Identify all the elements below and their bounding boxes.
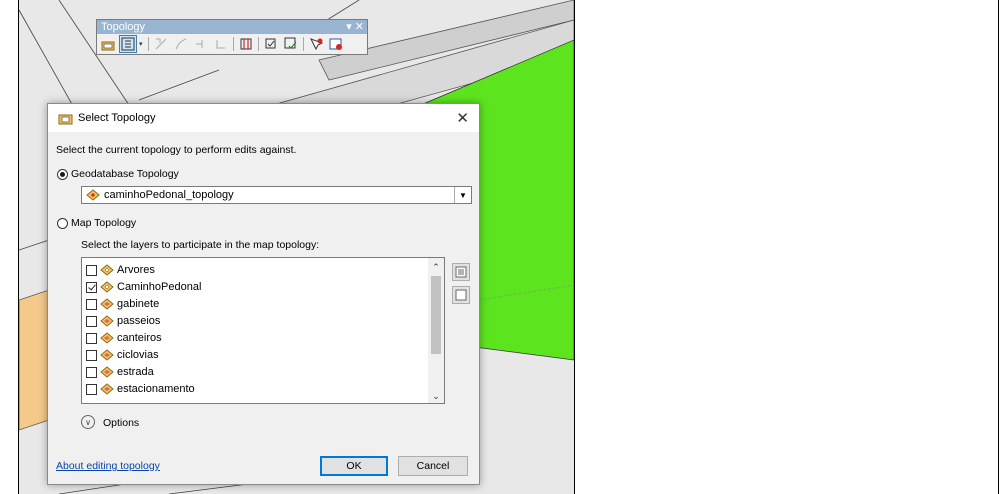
list-item[interactable]: gabinete	[86, 296, 159, 312]
cancel-button[interactable]: Cancel	[398, 456, 468, 476]
layer-name: ciclovias	[117, 349, 159, 361]
select-topology-dialog: Select Topology ✕ Select the current top…	[47, 103, 480, 485]
toolbar-buttons: ▾	[97, 34, 367, 54]
layer-checkbox[interactable]	[86, 366, 97, 378]
topology-edit-tool-icon[interactable]	[119, 35, 137, 53]
validate-extent-icon[interactable]	[282, 35, 300, 53]
modify-edge-icon[interactable]	[152, 35, 170, 53]
toolbar-window-controls[interactable]: ▾ ✕	[346, 20, 364, 34]
clear-all-icon	[455, 289, 467, 301]
polygon-layer-icon	[100, 383, 114, 395]
select-all-button[interactable]	[452, 263, 470, 281]
layer-list[interactable]: Arvores CaminhoPedonal gabinete passeios…	[81, 257, 445, 404]
show-shared-features-icon[interactable]	[212, 35, 230, 53]
polygon-layer-icon	[100, 298, 114, 310]
layer-checkbox[interactable]	[86, 332, 97, 344]
point-layer-icon	[100, 264, 114, 276]
topology-layer-icon	[85, 189, 101, 204]
layers-instruction: Select the layers to participate in the …	[81, 239, 320, 251]
polygon-layer-icon	[100, 349, 114, 361]
geodatabase-topology-radio[interactable]	[57, 169, 68, 180]
ok-button[interactable]: OK	[320, 456, 388, 476]
polygon-layer-icon	[100, 366, 114, 378]
table-border-middle	[574, 0, 575, 494]
select-topology-icon[interactable]	[99, 35, 117, 53]
layer-name: CaminhoPedonal	[117, 281, 202, 293]
polygon-layer-icon	[100, 332, 114, 344]
toolbar-separator	[148, 37, 149, 51]
layer-name: canteiros	[117, 332, 162, 344]
list-item[interactable]: estacionamento	[86, 381, 195, 397]
layer-checkbox[interactable]	[86, 264, 97, 276]
fix-error-tool-icon[interactable]	[307, 35, 325, 53]
toolbar-title: Topology	[101, 21, 146, 33]
clear-all-button[interactable]	[452, 286, 470, 304]
toolbar-separator	[258, 37, 259, 51]
point-layer-icon	[100, 281, 114, 293]
toolbar-titlebar[interactable]: Topology ▾ ✕	[97, 20, 367, 34]
layer-list-scrollbar[interactable]: ⌃ ⌄	[428, 258, 444, 403]
options-label[interactable]: Options	[103, 417, 139, 429]
layer-name: Arvores	[117, 264, 155, 276]
reshape-edge-icon[interactable]	[172, 35, 190, 53]
close-icon[interactable]: ✕	[456, 109, 469, 127]
scrollbar-thumb[interactable]	[431, 276, 441, 354]
layer-checkbox[interactable]	[86, 315, 97, 327]
layer-name: gabinete	[117, 298, 160, 310]
list-item[interactable]: passeios	[86, 313, 160, 329]
layer-checkbox[interactable]	[86, 349, 97, 361]
align-edge-icon[interactable]	[192, 35, 210, 53]
dialog-titlebar[interactable]: Select Topology ✕	[48, 104, 479, 132]
topology-dropdown[interactable]: caminhoPedonal_topology ▼	[81, 186, 472, 204]
layer-checkbox[interactable]	[86, 383, 97, 395]
dialog-title: Select Topology	[78, 112, 156, 124]
toolbar-separator	[303, 37, 304, 51]
geodatabase-topology-label[interactable]: Geodatabase Topology	[71, 168, 179, 180]
error-inspector-icon[interactable]	[327, 35, 345, 53]
layer-name: estacionamento	[117, 383, 195, 395]
topology-toolbar[interactable]: Topology ▾ ✕ ▾	[96, 19, 368, 55]
list-item[interactable]: CaminhoPedonal	[86, 279, 201, 295]
list-item[interactable]: ciclovias	[86, 347, 159, 363]
list-item[interactable]: canteiros	[86, 330, 162, 346]
layer-checkbox[interactable]	[86, 298, 97, 310]
chevron-down-icon[interactable]: ▼	[454, 187, 471, 203]
select-all-icon	[455, 266, 467, 278]
construct-features-icon[interactable]	[237, 35, 255, 53]
about-editing-topology-link[interactable]: About editing topology	[56, 460, 160, 472]
toolbar-separator	[233, 37, 234, 51]
chevron-down-icon[interactable]: ⌄	[428, 389, 444, 403]
list-item[interactable]: estrada	[86, 364, 154, 380]
chevron-down-icon[interactable]: ▾	[139, 40, 145, 48]
layer-checkbox[interactable]	[86, 281, 97, 293]
layer-name: passeios	[117, 315, 161, 327]
map-topology-label[interactable]: Map Topology	[71, 217, 136, 229]
topology-icon	[58, 111, 74, 128]
chevron-up-icon[interactable]: ⌃	[428, 260, 444, 274]
list-item[interactable]: Arvores	[86, 262, 155, 278]
layer-name: estrada	[117, 366, 154, 378]
topology-dropdown-value: caminhoPedonal_topology	[104, 189, 234, 201]
map-topology-radio[interactable]	[57, 218, 68, 229]
polygon-layer-icon	[100, 315, 114, 327]
instruction-text: Select the current topology to perform e…	[56, 144, 297, 156]
chevron-down-icon[interactable]: ∨	[81, 415, 95, 429]
validate-topology-icon[interactable]	[262, 35, 280, 53]
